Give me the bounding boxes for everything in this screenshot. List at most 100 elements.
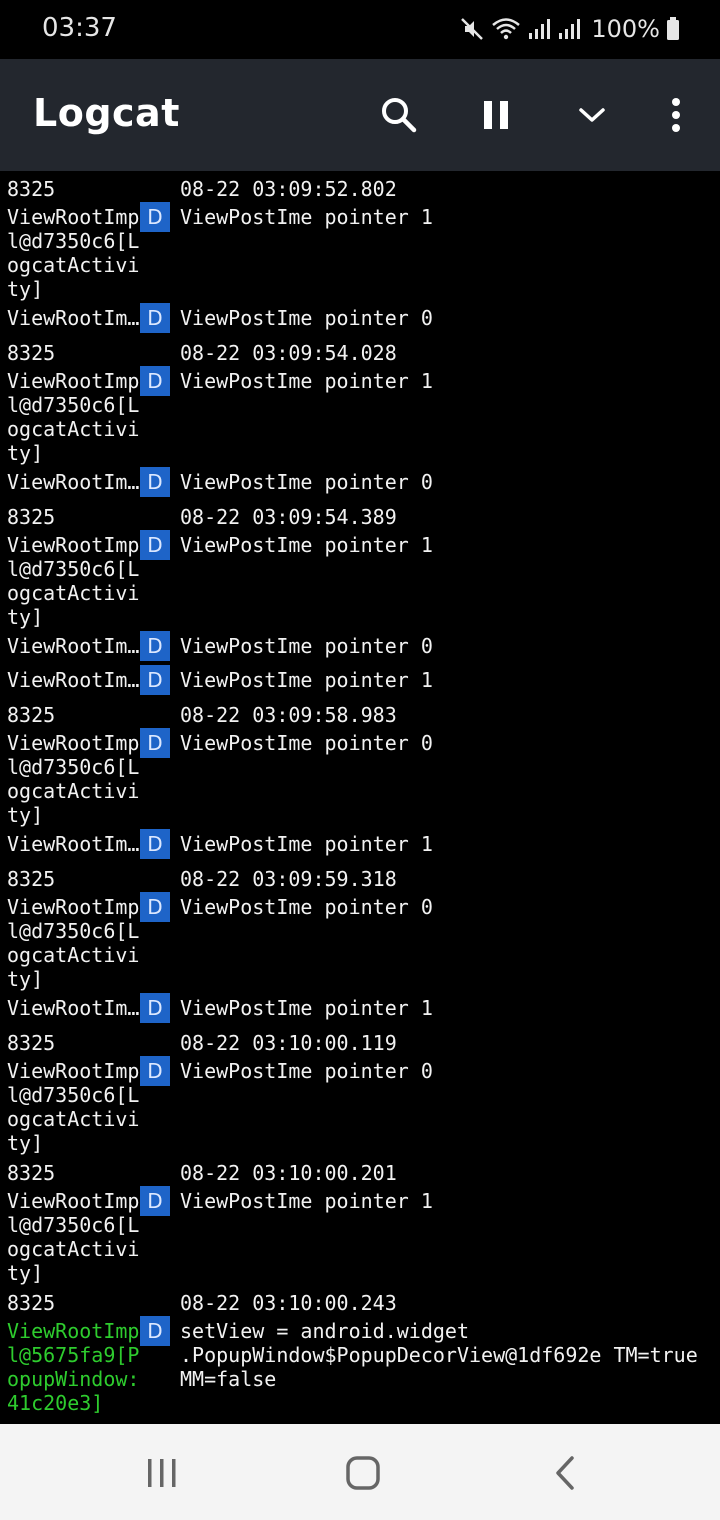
log-message: ViewPostIme pointer 1 (180, 1189, 433, 1213)
log-entry-body: ViewRootImp l@5675fa9[P opupWindow: 41c2… (0, 1315, 720, 1415)
search-icon (382, 98, 417, 133)
log-message: ViewPostIme pointer 1 (180, 369, 433, 393)
log-level-badge: D (140, 530, 170, 560)
log-entry[interactable]: ViewRootIm… D ViewPostIme pointer 0 (0, 301, 720, 335)
log-entry-body: ViewRootIm… D ViewPostIme pointer 0 (0, 629, 720, 663)
log-entry-body: ViewRootIm… D ViewPostIme pointer 1 (0, 991, 720, 1025)
log-level-badge: D (140, 728, 170, 758)
status-time: 03:37 (42, 13, 117, 43)
battery-icon (666, 17, 680, 41)
log-entry-body: ViewRootIm… D ViewPostIme pointer 0 (0, 465, 720, 499)
log-entry[interactable]: ViewRootIm… D ViewPostIme pointer 1 (0, 827, 720, 861)
log-level-badge: D (140, 303, 170, 333)
log-message: ViewPostIme pointer 0 (180, 634, 433, 658)
log-timestamp: 08-22 03:10:00.243 (180, 1291, 397, 1315)
log-entry[interactable]: ViewRootIm… D ViewPostIme pointer 1 (0, 991, 720, 1025)
log-tag: ViewRootImp l@d7350c6[L ogcatActivi ty] (7, 205, 140, 301)
home-icon (346, 1456, 380, 1490)
log-entry-body: ViewRootImp l@d7350c6[L ogcatActivi ty] D… (0, 365, 720, 465)
log-level-badge: D (140, 1056, 170, 1086)
log-entry-header: 8325 08-22 03:10:00.119 (0, 1025, 720, 1055)
wifi-icon (491, 16, 521, 42)
log-entry-header: 8325 08-22 03:09:52.802 (0, 171, 720, 201)
home-button[interactable] (338, 1448, 388, 1498)
log-pid: 8325 (7, 177, 56, 201)
recents-button[interactable] (137, 1448, 187, 1498)
log-entry-body: ViewRootIm… D ViewPostIme pointer 1 (0, 827, 720, 861)
pause-button[interactable] (468, 87, 524, 143)
log-message: ViewPostIme pointer 1 (180, 832, 433, 856)
log-pid: 8325 (7, 341, 56, 365)
log-entry-body: ViewRootImp l@d7350c6[L ogcatActivi ty] D… (0, 1185, 720, 1285)
log-level-badge: D (140, 202, 170, 232)
recents-icon (148, 1459, 176, 1487)
signal-icon (527, 17, 551, 41)
log-timestamp: 08-22 03:09:58.983 (180, 703, 397, 727)
log-tag: ViewRootImp l@d7350c6[L ogcatActivi ty] (7, 895, 140, 991)
log-level-badge: D (140, 1186, 170, 1216)
overflow-menu-button[interactable] (648, 87, 704, 143)
log-message: ViewPostIme pointer 0 (180, 306, 433, 330)
log-entry-body: ViewRootImp l@d7350c6[L ogcatActivi ty] D… (0, 727, 720, 827)
log-entry[interactable]: 8325 08-22 03:09:58.983 ViewRootImp l@d735… (0, 697, 720, 827)
log-timestamp: 08-22 03:09:54.389 (180, 505, 397, 529)
log-timestamp: 08-22 03:10:00.119 (180, 1031, 397, 1055)
log-tag: ViewRootImp l@d7350c6[L ogcatActivi ty] (7, 369, 140, 465)
signal-icon (557, 17, 581, 41)
log-entry-body: ViewRootIm… D ViewPostIme pointer 1 (0, 663, 720, 697)
log-entry[interactable]: ViewRootIm… D ViewPostIme pointer 1 (0, 663, 720, 697)
log-level-badge: D (140, 829, 170, 859)
log-level-badge: D (140, 993, 170, 1023)
page-title: Logcat (33, 91, 180, 135)
log-entry[interactable]: 8325 08-22 03:09:54.389 ViewRootImp l@d735… (0, 499, 720, 629)
log-entry[interactable]: ViewRootIm… D ViewPostIme pointer 0 (0, 465, 720, 499)
log-message: setView = android.widget .PopupWindow$Po… (180, 1319, 698, 1391)
pause-icon (484, 101, 508, 129)
log-entry-body: ViewRootImp l@d7350c6[L ogcatActivi ty] D… (0, 891, 720, 991)
log-entry-header: 8325 08-22 03:09:58.983 (0, 697, 720, 727)
app-bar: Logcat (0, 59, 720, 171)
log-level-badge: D (140, 631, 170, 661)
log-tag: ViewRootImp l@d7350c6[L ogcatActivi ty] (7, 533, 140, 629)
log-tag: ViewRootImp l@d7350c6[L ogcatActivi ty] (7, 731, 140, 827)
log-message: ViewPostIme pointer 1 (180, 533, 433, 557)
log-pid: 8325 (7, 1031, 56, 1055)
log-message: ViewPostIme pointer 1 (180, 205, 433, 229)
log-tag: ViewRootIm… (7, 306, 140, 330)
log-entry[interactable]: 8325 08-22 03:10:00.201 ViewRootImp l@d735… (0, 1155, 720, 1285)
log-pid: 8325 (7, 1161, 56, 1185)
log-message: ViewPostIme pointer 0 (180, 1059, 433, 1083)
log-list[interactable]: 8325 08-22 03:09:52.802 ViewRootImp l@d735… (0, 171, 720, 1424)
status-bar: 03:37 100% (0, 0, 720, 59)
log-tag: ViewRootIm… (7, 634, 140, 658)
filter-dropdown-button[interactable] (564, 87, 620, 143)
log-entry-body: ViewRootImp l@d7350c6[L ogcatActivi ty] D… (0, 529, 720, 629)
log-tag: ViewRootIm… (7, 996, 140, 1020)
back-button[interactable] (540, 1448, 590, 1498)
log-level-badge: D (140, 1316, 170, 1346)
log-pid: 8325 (7, 867, 56, 891)
log-tag: ViewRootIm… (7, 668, 140, 692)
status-icons: 100% (459, 12, 680, 46)
back-icon (556, 1456, 574, 1490)
log-entry-header: 8325 08-22 03:10:00.243 (0, 1285, 720, 1315)
log-entry-body: ViewRootIm… D ViewPostIme pointer 0 (0, 301, 720, 335)
log-level-badge: D (140, 467, 170, 497)
log-pid: 8325 (7, 505, 56, 529)
log-entry[interactable]: 8325 08-22 03:09:59.318 ViewRootImp l@d735… (0, 861, 720, 991)
log-timestamp: 08-22 03:09:59.318 (180, 867, 397, 891)
log-message: ViewPostIme pointer 0 (180, 895, 433, 919)
log-entry[interactable]: 8325 08-22 03:10:00.119 ViewRootImp l@d735… (0, 1025, 720, 1155)
battery-percent: 100% (591, 15, 660, 43)
log-entry[interactable]: 8325 08-22 03:09:52.802 ViewRootImp l@d735… (0, 171, 720, 301)
log-tag: ViewRootImp l@d7350c6[L ogcatActivi ty] (7, 1059, 140, 1155)
log-entry-header: 8325 08-22 03:09:54.389 (0, 499, 720, 529)
log-entry-body: ViewRootImp l@d7350c6[L ogcatActivi ty] D… (0, 1055, 720, 1155)
log-entry[interactable]: ViewRootIm… D ViewPostIme pointer 0 (0, 629, 720, 663)
log-tag: ViewRootImp l@d7350c6[L ogcatActivi ty] (7, 1189, 140, 1285)
log-entry[interactable]: 8325 08-22 03:10:00.243 ViewRootImp l@5675… (0, 1285, 720, 1415)
log-message: ViewPostIme pointer 1 (180, 996, 433, 1020)
log-level-badge: D (140, 665, 170, 695)
search-button[interactable] (371, 87, 427, 143)
log-entry[interactable]: 8325 08-22 03:09:54.028 ViewRootImp l@d735… (0, 335, 720, 465)
